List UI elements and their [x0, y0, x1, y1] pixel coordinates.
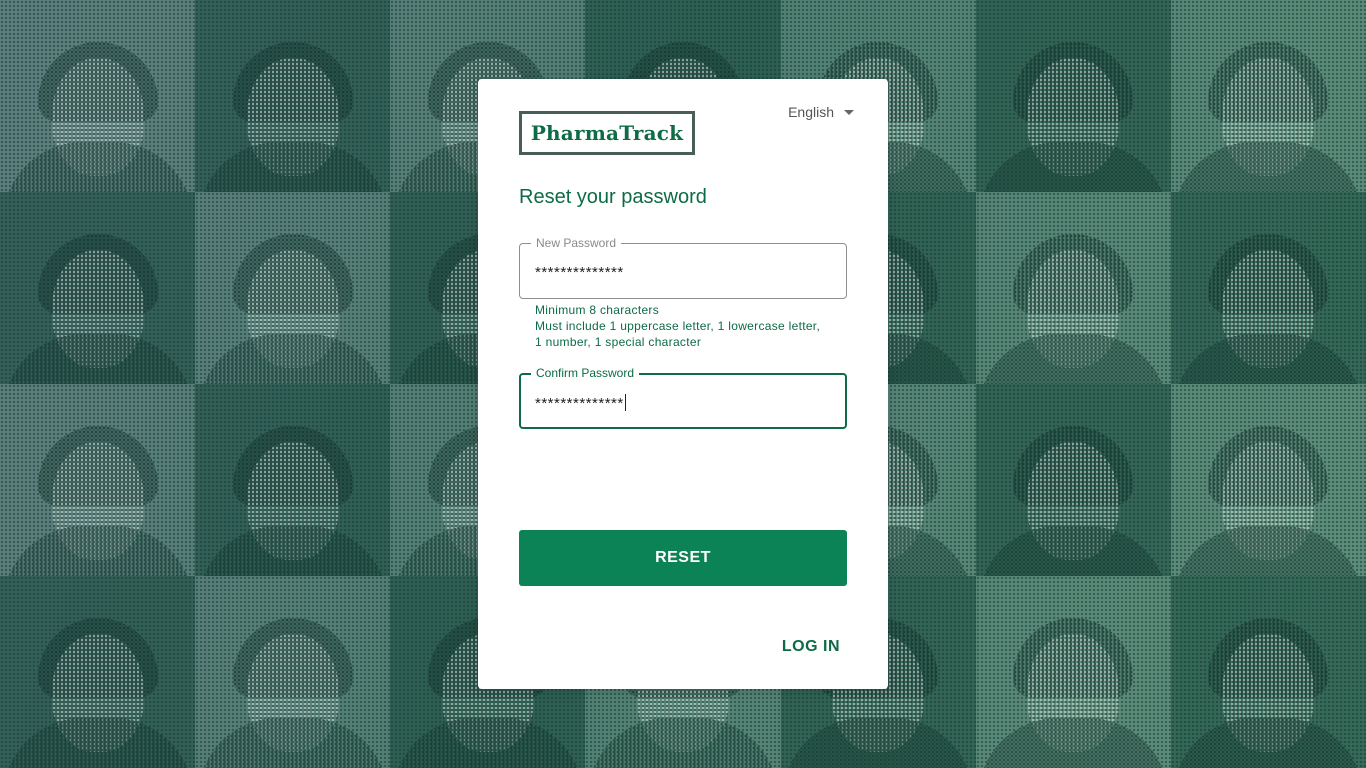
background-photo-tile	[975, 0, 1171, 192]
background-photo-tile	[195, 0, 391, 192]
background-photo-tile	[0, 576, 196, 768]
background-photo-tile	[975, 576, 1171, 768]
background-photo-tile	[975, 384, 1171, 576]
background-photo-tile	[195, 384, 391, 576]
new-password-label: New Password	[531, 236, 622, 250]
hint-min-length: Minimum 8 characters	[535, 303, 660, 317]
background-photo-tile	[975, 192, 1171, 384]
password-requirements: Minimum 8 characters Must include 1 uppe…	[535, 302, 820, 350]
page-title: Reset your password	[519, 186, 707, 208]
background-photo-tile	[1170, 576, 1366, 768]
background-photo-tile	[195, 192, 391, 384]
language-selected-label: English	[788, 104, 834, 120]
hint-case-requirement: Must include 1 uppercase letter, 1 lower…	[535, 319, 821, 333]
confirm-password-field[interactable]: Confirm Password **************	[519, 366, 847, 429]
login-link[interactable]: LOG IN	[782, 638, 840, 656]
confirm-password-label: Confirm Password	[531, 366, 640, 380]
pharmatrack-logo: PharmaTrack	[519, 111, 695, 155]
language-selector[interactable]: English	[788, 104, 854, 120]
new-password-field[interactable]: New Password **************	[519, 236, 847, 299]
text-cursor	[624, 394, 626, 411]
background-photo-tile	[0, 192, 196, 384]
background-photo-tile	[1170, 384, 1366, 576]
confirm-password-value: **************	[535, 395, 624, 412]
background-photo-tile	[195, 576, 391, 768]
hint-number-special: 1 number, 1 special character	[535, 335, 702, 349]
chevron-down-icon	[844, 109, 854, 115]
new-password-value: **************	[535, 264, 624, 281]
reset-password-card: PharmaTrack English Reset your password …	[478, 79, 888, 689]
background-photo-tile	[1170, 192, 1366, 384]
background-photo-tile	[0, 0, 196, 192]
background-photo-tile	[0, 384, 196, 576]
confirm-password-input[interactable]: **************	[535, 394, 626, 412]
reset-button[interactable]: RESET	[519, 530, 847, 586]
background-photo-tile	[1170, 0, 1366, 192]
